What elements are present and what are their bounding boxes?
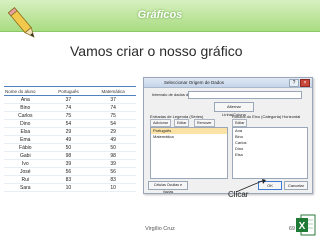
- cell-student-name: Ema: [4, 135, 47, 144]
- table-row: Ana 37 37: [4, 95, 136, 104]
- excel-logo-icon: X: [296, 214, 316, 236]
- select-data-source-dialog: Seleccionar Origem de Dados ? × Intervalo…: [143, 77, 313, 194]
- cell-student-name: Bino: [4, 103, 47, 112]
- data-table: Nome do aluno Português Matemática Ana 37…: [4, 86, 136, 192]
- cancel-button[interactable]: Cancelar: [284, 181, 308, 190]
- cell-student-name: Gabi: [4, 151, 47, 160]
- dialog-title-bar: Seleccionar Origem de Dados ? ×: [144, 78, 312, 88]
- table-row: Dino 54 54: [4, 119, 136, 128]
- cell-student-name: José: [4, 167, 47, 176]
- cell-portugues: 98: [46, 151, 91, 160]
- cell-matematica: 83: [90, 175, 136, 184]
- data-range-input[interactable]: [188, 91, 302, 99]
- close-icon[interactable]: ×: [300, 79, 310, 87]
- hidden-empty-cells-button[interactable]: Células Ocultas e Vazias: [148, 181, 188, 194]
- axis-labels-list[interactable]: Ana Bino Carlos Dino Elsa: [232, 127, 308, 179]
- list-item[interactable]: Elsa: [233, 152, 307, 158]
- cell-matematica: 37: [90, 95, 136, 104]
- footer-author: Virgílio Cruz: [145, 226, 175, 232]
- callout-text: Clicar: [228, 190, 249, 199]
- cell-matematica: 56: [90, 167, 136, 176]
- svg-text:X: X: [299, 221, 306, 232]
- edit-series-button[interactable]: Editar: [174, 119, 190, 127]
- cell-portugues: 54: [46, 119, 91, 128]
- banner-title: Gráficos: [137, 9, 183, 21]
- cell-portugues: 29: [46, 127, 91, 136]
- cell-portugues: 10: [46, 183, 91, 192]
- cell-student-name: Rui: [4, 175, 47, 184]
- col-header-matematica: Matemática: [90, 86, 136, 96]
- pencil-icon: [7, 7, 35, 38]
- table-row: Gabi 98 98: [4, 151, 136, 160]
- cell-matematica: 98: [90, 151, 136, 160]
- cell-student-name: Fábio: [4, 143, 47, 152]
- col-header-name: Nome do aluno: [4, 86, 47, 96]
- cell-student-name: Ivo: [4, 159, 47, 168]
- slide-title: Vamos criar o nosso gráfico: [70, 43, 243, 59]
- switch-row-column-button[interactable]: Alternar Linha/Coluna: [214, 102, 254, 117]
- cell-portugues: 49: [46, 135, 91, 144]
- series-list[interactable]: Português Matemática: [150, 127, 228, 179]
- table-row: José 56 56: [4, 167, 136, 176]
- dialog-title: Seleccionar Origem de Dados: [164, 80, 225, 85]
- table-row: Bino 74 74: [4, 103, 136, 112]
- cell-matematica: 49: [90, 135, 136, 144]
- table-row: Rui 83 83: [4, 175, 136, 184]
- cell-portugues: 74: [46, 103, 91, 112]
- cell-student-name: Carlos: [4, 111, 47, 120]
- slide-banner: Gráficos: [0, 0, 320, 32]
- add-series-button[interactable]: Adicionar: [150, 119, 171, 127]
- cell-matematica: 29: [90, 127, 136, 136]
- cell-portugues: 75: [46, 111, 91, 120]
- edit-axis-button[interactable]: Editar: [232, 119, 248, 127]
- table-row: Carlos 75 75: [4, 111, 136, 120]
- col-header-portugues: Português: [46, 86, 91, 96]
- cell-matematica: 10: [90, 183, 136, 192]
- cell-portugues: 83: [46, 175, 91, 184]
- cell-student-name: Sara: [4, 183, 47, 192]
- cell-student-name: Dino: [4, 119, 47, 128]
- cell-portugues: 39: [46, 159, 91, 168]
- cell-student-name: Elsa: [4, 127, 47, 136]
- cell-portugues: 56: [46, 167, 91, 176]
- list-item[interactable]: Matemática: [151, 134, 227, 140]
- cell-matematica: 75: [90, 111, 136, 120]
- cell-portugues: 37: [46, 95, 91, 104]
- table-row: Fábio 50 50: [4, 143, 136, 152]
- cell-matematica: 50: [90, 143, 136, 152]
- table-row: Ema 49 49: [4, 135, 136, 144]
- cell-matematica: 74: [90, 103, 136, 112]
- remove-series-button[interactable]: Remover: [194, 119, 215, 127]
- cell-portugues: 50: [46, 143, 91, 152]
- cell-matematica: 39: [90, 159, 136, 168]
- cell-matematica: 54: [90, 119, 136, 128]
- table-row: Ivo 39 39: [4, 159, 136, 168]
- table-row: Elsa 29 29: [4, 127, 136, 136]
- table-row: Sara 10 10: [4, 183, 136, 192]
- cell-student-name: Ana: [4, 95, 47, 104]
- table-header-row: Nome do aluno Português Matemática: [4, 86, 136, 96]
- help-button[interactable]: ?: [289, 79, 299, 87]
